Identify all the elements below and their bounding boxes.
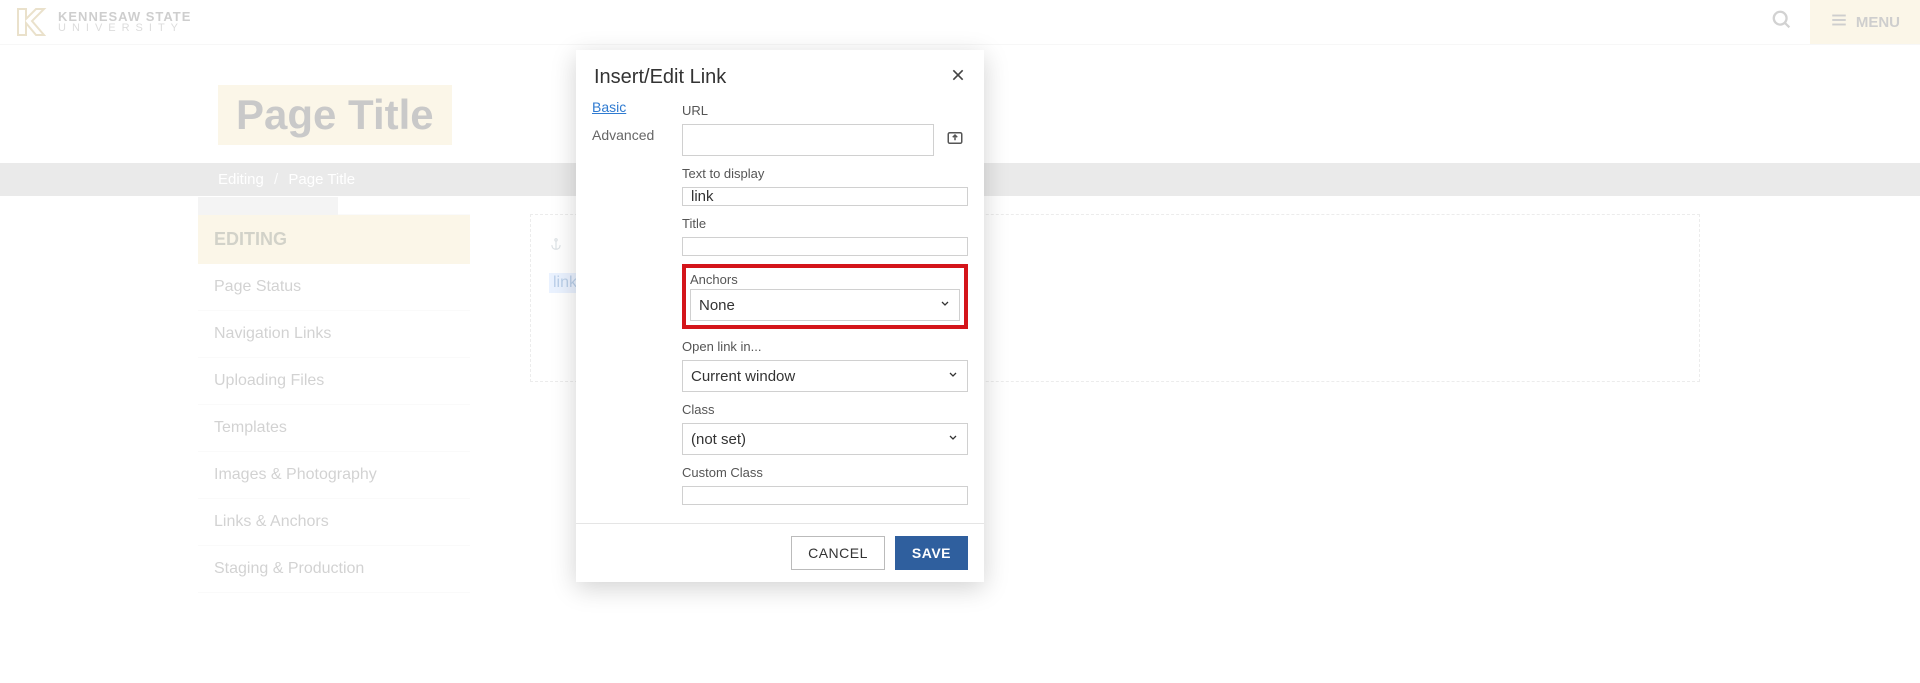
sidebar-item-label: Templates (214, 419, 287, 436)
header-actions: MENU (1754, 0, 1920, 44)
sidebar-item-label: Navigation Links (214, 325, 331, 342)
text-to-display-input[interactable] (682, 187, 968, 206)
open-link-in-value: Current window (691, 368, 795, 385)
sidebar-tab-notch (198, 197, 338, 215)
page-title: Page Title (218, 85, 452, 145)
label-title: Title (682, 216, 968, 231)
sidebar-item-label: Links & Anchors (214, 513, 329, 530)
menu-button[interactable]: MENU (1810, 0, 1920, 44)
close-icon (950, 67, 966, 87)
sidebar-item-templates[interactable]: Templates (198, 405, 470, 452)
breadcrumb-separator: / (274, 171, 278, 188)
sidebar-item-uploading-files[interactable]: Uploading Files (198, 358, 470, 405)
custom-class-input[interactable] (682, 486, 968, 505)
sidebar-item-links-anchors[interactable]: Links & Anchors (198, 499, 470, 546)
class-value: (not set) (691, 431, 746, 448)
tab-basic[interactable]: Basic (592, 99, 662, 115)
sidebar-item-navigation-links[interactable]: Navigation Links (198, 311, 470, 358)
brand: KENNESAW STATE UNIVERSITY (12, 5, 191, 39)
anchors-select[interactable]: None (690, 289, 960, 321)
url-row (682, 124, 968, 156)
modal-fields: URL Text to display Title Anchors None (682, 99, 968, 505)
sidebar-item-page-status[interactable]: Page Status (198, 264, 470, 311)
browse-icon (946, 129, 964, 152)
hamburger-icon (1830, 11, 1848, 33)
sidebar-heading: EDITING (198, 215, 470, 264)
brand-line2: UNIVERSITY (58, 23, 191, 34)
sidebar-item-label: Page Status (214, 278, 301, 295)
open-link-in-select[interactable]: Current window (682, 360, 968, 392)
modal-header: Insert/Edit Link (576, 50, 984, 99)
sidebar-item-staging-production[interactable]: Staging & Production (198, 546, 470, 593)
class-select[interactable]: (not set) (682, 423, 968, 455)
label-url: URL (682, 103, 968, 118)
ksu-logo-icon (12, 5, 48, 39)
sidebar: EDITING Page Status Navigation Links Upl… (198, 214, 470, 593)
anchors-value: None (699, 297, 735, 314)
label-anchors: Anchors (690, 272, 960, 287)
tab-advanced[interactable]: Advanced (592, 127, 662, 143)
chevron-down-icon (939, 297, 951, 314)
sidebar-item-label: Uploading Files (214, 372, 324, 389)
modal-close-button[interactable] (950, 67, 966, 88)
anchor-icon (549, 237, 563, 256)
modal-title: Insert/Edit Link (594, 66, 726, 89)
search-icon (1771, 9, 1793, 36)
sidebar-item-label: Images & Photography (214, 466, 377, 483)
modal-body: Basic Advanced URL Text to display Title… (576, 99, 984, 523)
save-button[interactable]: SAVE (895, 536, 968, 570)
sidebar-item-label: Staging & Production (214, 560, 364, 577)
site-header: KENNESAW STATE UNIVERSITY MENU (0, 0, 1920, 45)
label-custom-class: Custom Class (682, 465, 968, 480)
label-text-to-display: Text to display (682, 166, 968, 181)
breadcrumb-root[interactable]: Editing (218, 171, 264, 188)
title-input[interactable] (682, 237, 968, 256)
anchors-highlight: Anchors None (682, 264, 968, 329)
url-input[interactable] (682, 124, 934, 156)
sidebar-item-images-photography[interactable]: Images & Photography (198, 452, 470, 499)
modal-tabs: Basic Advanced (592, 99, 662, 505)
label-class: Class (682, 402, 968, 417)
modal-footer: CANCEL SAVE (576, 523, 984, 582)
label-open-link-in: Open link in... (682, 339, 968, 354)
brand-text: KENNESAW STATE UNIVERSITY (58, 10, 191, 34)
chevron-down-icon (947, 431, 959, 448)
search-button[interactable] (1754, 0, 1810, 44)
cancel-button[interactable]: CANCEL (791, 536, 885, 570)
menu-label: MENU (1856, 14, 1900, 31)
chevron-down-icon (947, 368, 959, 385)
sidebar-heading-label: EDITING (214, 229, 287, 249)
breadcrumb-current: Page Title (288, 171, 355, 188)
insert-edit-link-modal: Insert/Edit Link Basic Advanced URL Text… (576, 50, 984, 582)
url-browse-button[interactable] (942, 124, 968, 156)
